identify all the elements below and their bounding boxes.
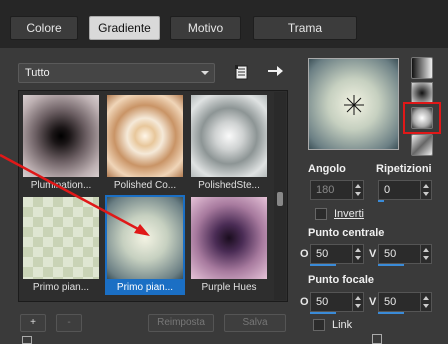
save-button[interactable]: Salva	[224, 314, 286, 332]
center-h-slider-fill[interactable]	[310, 264, 336, 266]
focal-h-value: 50	[316, 296, 329, 308]
add-gradient-button[interactable]: +	[20, 314, 46, 332]
focal-v-slider-fill[interactable]	[378, 312, 404, 314]
repeats-slider-fill[interactable]	[378, 200, 384, 202]
invert-label: Inverti	[334, 208, 364, 220]
repeats-spinner[interactable]: 0	[378, 180, 432, 200]
link-lock-icon[interactable]	[372, 334, 382, 344]
rectangular-style-button[interactable]	[411, 82, 433, 104]
focal-v-label: V	[369, 296, 377, 308]
focal-h-label: O	[300, 296, 309, 308]
radial-style-button[interactable]	[411, 107, 433, 129]
spinner-arrows-icon[interactable]	[352, 293, 363, 311]
focal-point-label: Punto focale	[308, 274, 375, 286]
repeats-label: Ripetizioni	[376, 163, 432, 175]
center-v-spinner[interactable]: 50	[378, 244, 432, 264]
center-h-value: 50	[316, 248, 329, 260]
link-label: Link	[332, 319, 353, 331]
link-checkbox[interactable]	[313, 319, 325, 331]
repeats-value: 0	[384, 184, 391, 196]
linear-style-button[interactable]	[411, 57, 433, 79]
invert-checkbox[interactable]	[315, 208, 327, 220]
gradient-preview[interactable]	[308, 58, 399, 150]
expand-icon[interactable]	[22, 336, 32, 344]
spinner-arrows-icon[interactable]	[420, 181, 431, 199]
spinner-arrows-icon[interactable]	[420, 245, 431, 263]
sunburst-style-button[interactable]	[411, 134, 433, 156]
spinner-arrows-icon[interactable]	[352, 245, 363, 263]
center-v-value: 50	[384, 248, 397, 260]
focal-h-spinner[interactable]: 50	[310, 292, 364, 312]
angle-value: 180	[316, 184, 335, 196]
center-h-label: O	[300, 248, 309, 260]
remove-gradient-button[interactable]: -	[56, 314, 82, 332]
angle-label: Angolo	[308, 163, 346, 175]
focal-h-slider-fill[interactable]	[310, 312, 336, 314]
spinner-arrows-icon[interactable]	[352, 181, 363, 199]
spinner-arrows-icon[interactable]	[420, 293, 431, 311]
center-h-spinner[interactable]: 50	[310, 244, 364, 264]
focal-v-value: 50	[384, 296, 397, 308]
center-v-label: V	[369, 248, 377, 260]
center-v-slider-fill[interactable]	[378, 264, 404, 266]
reset-button[interactable]: Reimposta	[148, 314, 214, 332]
center-crosshair-icon	[344, 95, 364, 115]
focal-v-spinner[interactable]: 50	[378, 292, 432, 312]
center-point-label: Punto centrale	[308, 227, 385, 239]
angle-spinner[interactable]: 180	[310, 180, 364, 200]
